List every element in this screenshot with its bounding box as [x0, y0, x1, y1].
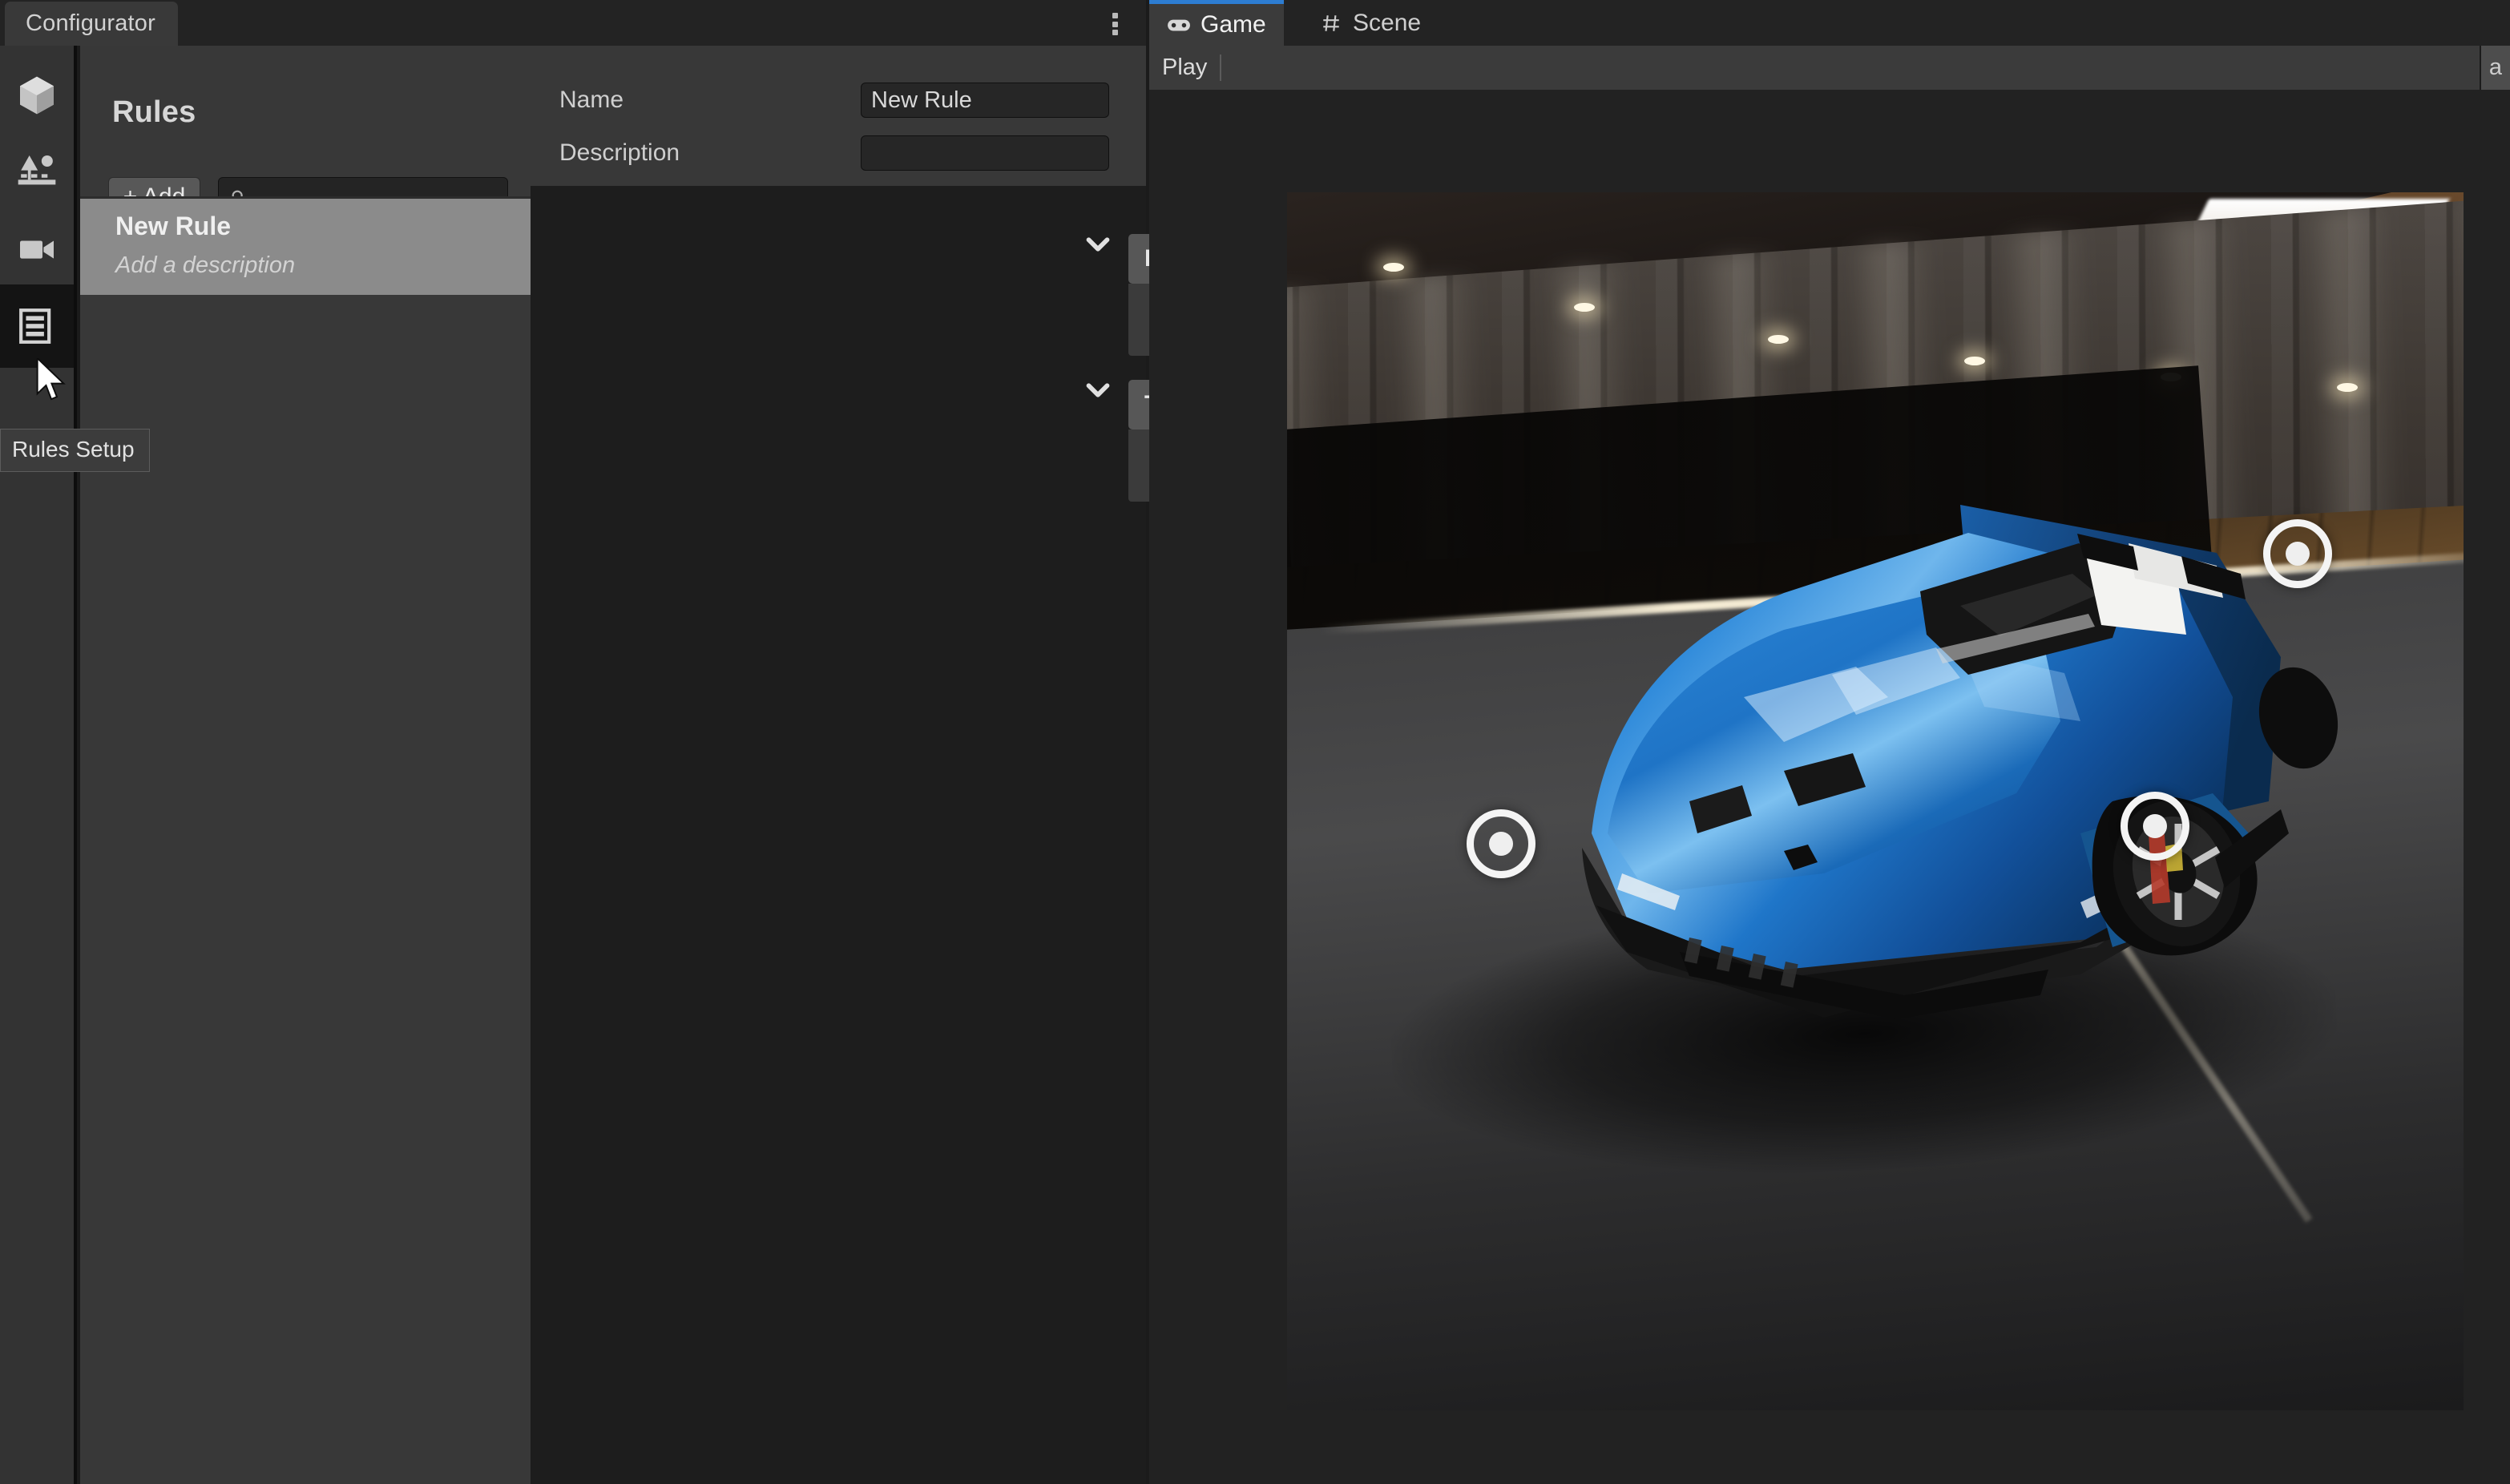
tab-scene[interactable]: Scene — [1301, 0, 1439, 46]
scene-lamp — [1574, 303, 1595, 312]
rule-detail-form: Name Description — [531, 46, 1146, 186]
grid-icon — [1323, 14, 1339, 31]
hotspot-dot-icon — [1489, 832, 1513, 856]
tab-scene-label: Scene — [1353, 9, 1422, 36]
tab-game[interactable]: Game — [1149, 0, 1284, 46]
rules-panel-header: Rules + Add — [80, 46, 565, 217]
toolbar-overflow-label: a — [2488, 54, 2502, 80]
scene-lamp — [1964, 357, 1985, 365]
gamepad-icon — [1168, 19, 1190, 31]
rule-name: New Rule — [115, 212, 232, 240]
cube-icon — [20, 76, 54, 115]
tab-configurator[interactable]: Configurator — [5, 2, 178, 46]
configurator-tabbar: Configurator — [0, 0, 1146, 46]
sidebar-item-product[interactable] — [0, 54, 74, 137]
description-row: Description — [559, 135, 680, 171]
rule-detail-panel: Name Description — [531, 46, 1649, 1484]
camera-icon — [20, 240, 54, 259]
toolbar-overflow-control[interactable]: a — [2479, 46, 2510, 90]
sidebar-item-camera[interactable] — [0, 208, 74, 291]
hotspot-front-wheel[interactable] — [2121, 792, 2189, 861]
scene-lamp — [1383, 263, 1404, 272]
car-model — [1582, 505, 2338, 1019]
sidebar-item-environment[interactable] — [0, 131, 74, 214]
play-button[interactable]: Play — [1162, 54, 1222, 81]
environment-icon — [18, 155, 56, 185]
sidebar-item-rules[interactable] — [0, 284, 74, 368]
configurator-window: Configurator Rules Setup Rules New Rule … — [0, 0, 2510, 1484]
if-collapse-toggle[interactable] — [1079, 226, 1116, 263]
tab-configurator-label: Configurator — [26, 10, 155, 36]
hotspot-dot-icon — [2286, 542, 2310, 566]
name-label: Name — [559, 87, 624, 113]
description-label: Description — [559, 139, 680, 166]
game-dock: Game Scene Play a — [1149, 0, 2510, 1484]
hotspot-dot-icon — [2143, 814, 2167, 838]
rule-description: Add a description — [115, 252, 296, 278]
kebab-menu-icon[interactable] — [1101, 10, 1128, 38]
mouse-cursor-icon — [36, 358, 66, 401]
name-input[interactable] — [871, 87, 1108, 114]
tooltip-label: Rules Setup — [12, 437, 135, 462]
rules-panel: Rules + Add New Rule Add a descri — [80, 46, 565, 1484]
page-title: Rules — [112, 95, 196, 129]
rendered-scene — [1287, 192, 2464, 1410]
description-field[interactable] — [861, 135, 1109, 171]
hotspot-rear-quarter[interactable] — [2263, 519, 2332, 588]
hotspot-front-left[interactable] — [1467, 809, 1535, 878]
name-row: Name — [559, 83, 623, 118]
scene-lamp — [2337, 383, 2358, 392]
rules-list-icon — [19, 308, 51, 344]
rules-setup-tooltip: Rules Setup — [0, 429, 150, 472]
chevron-down-icon — [1086, 383, 1110, 397]
list-item[interactable]: New Rule Add a description — [80, 199, 531, 295]
name-field[interactable] — [861, 83, 1109, 118]
game-toolbar: Play a — [1149, 46, 2510, 90]
game-viewport[interactable] — [1149, 90, 2510, 1484]
scene-lamp — [1768, 335, 1789, 344]
left-icon-rail: Rules Setup — [0, 46, 150, 1484]
chevron-down-icon — [1086, 237, 1110, 252]
tab-game-label: Game — [1201, 11, 1266, 38]
game-tabbar: Game Scene — [1149, 0, 2510, 46]
description-input[interactable] — [871, 139, 1108, 167]
then-collapse-toggle[interactable] — [1079, 372, 1116, 409]
